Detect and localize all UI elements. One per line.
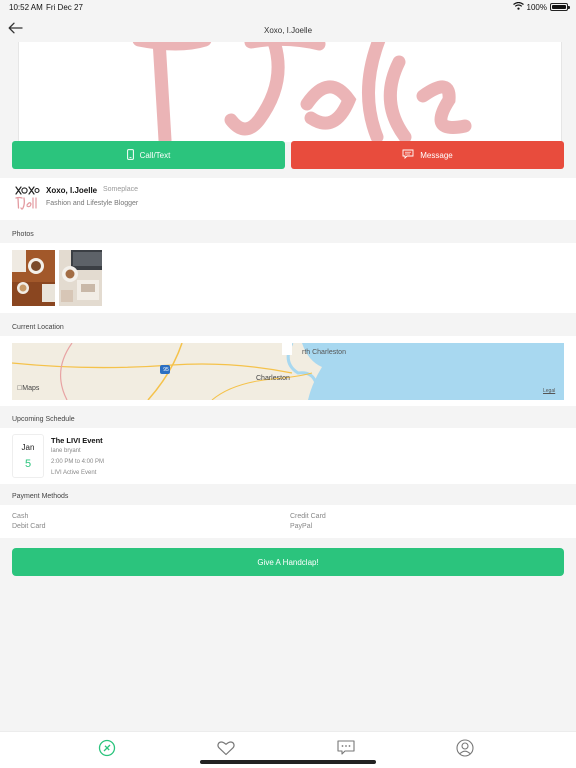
battery-icon	[550, 3, 570, 11]
payment-methods-header: Payment Methods	[12, 493, 69, 500]
event-title: The LIVI Event	[51, 436, 103, 445]
laptop-desk-photo	[59, 250, 102, 306]
call-text-label: Call/Text	[139, 150, 171, 160]
status-date: Fri Dec 27	[46, 3, 83, 12]
tab-explore[interactable]	[97, 739, 117, 762]
call-text-button[interactable]: Call/Text	[12, 141, 285, 169]
desk-coffee-photo	[12, 250, 55, 306]
map-legal-link[interactable]: Legal	[543, 388, 555, 394]
photos-section	[0, 243, 576, 313]
photo-thumbnail-laptop-desk[interactable]	[59, 250, 102, 306]
profile-name: Xoxo, I.Joelle	[46, 186, 98, 195]
chat-icon	[337, 739, 355, 761]
event-date-box: Jan 5	[12, 434, 44, 478]
message-button[interactable]: Message	[291, 141, 564, 169]
heart-icon	[217, 740, 235, 761]
contact-actions: Call/Text Message	[12, 141, 564, 169]
location-section: rth Charleston Charleston 95 Maps Legal	[0, 336, 576, 406]
payment-methods-section: Cash Credit Card Debit Card PayPal	[0, 505, 576, 538]
payment-method-cash: Cash	[12, 513, 29, 520]
map-graphic	[12, 343, 564, 400]
event-month: Jan	[21, 443, 35, 452]
wifi-icon	[512, 1, 524, 12]
battery-percent: 100%	[526, 2, 547, 12]
map-brand-label: Maps	[17, 385, 39, 392]
map-label-charleston: Charleston	[256, 375, 290, 382]
status-right: 100%	[512, 1, 570, 12]
map-label-interstate: 95	[163, 367, 169, 373]
hero-banner	[18, 42, 562, 142]
payment-method-credit-card: Credit Card	[290, 513, 326, 520]
nav-bar: Xoxo, I.Joelle	[0, 18, 576, 42]
upcoming-schedule-header: Upcoming Schedule	[12, 416, 75, 423]
hero-script-logo	[132, 42, 472, 142]
status-bar: 10:52 AM Fri Dec 27 100%	[0, 0, 576, 14]
message-label: Message	[420, 150, 453, 160]
profile-location: Someplace	[103, 186, 139, 193]
phone-icon	[126, 148, 134, 162]
tab-favorites[interactable]	[216, 740, 236, 760]
avatar-logo	[15, 186, 40, 210]
give-handclap-button[interactable]: Give A Handclap!	[12, 548, 564, 576]
event-day: 5	[24, 458, 32, 470]
profile-description: Fashion and Lifestyle Blogger	[46, 200, 139, 207]
photos-header: Photos	[12, 231, 34, 238]
page-title: Xoxo, I.Joelle	[263, 26, 313, 35]
event-venue: lane bryant	[51, 448, 81, 454]
home-indicator[interactable]	[200, 760, 376, 764]
map-label-north-charleston: rth Charleston	[302, 349, 346, 356]
payment-method-paypal: PayPal	[290, 523, 313, 530]
profile-card: Xoxo, I.Joelle Someplace Fashion and Lif…	[0, 178, 576, 220]
apple-maps-logo: Maps	[17, 385, 39, 392]
schedule-event-item[interactable]: Jan 5 The LIVI Event lane bryant 2:00 PM…	[0, 428, 576, 484]
location-map[interactable]: rth Charleston Charleston 95 Maps Legal	[12, 343, 564, 400]
tab-profile[interactable]	[455, 738, 475, 762]
profile-icon	[456, 738, 474, 762]
current-location-header: Current Location	[12, 324, 64, 331]
avatar	[12, 183, 40, 213]
payment-method-debit-card: Debit Card	[12, 523, 46, 530]
event-time: 2:00 PM to 4:00 PM	[51, 459, 105, 465]
event-type: LIVI Active Event	[51, 470, 97, 476]
chat-bubble-icon	[402, 149, 414, 161]
status-time: 10:52 AM	[9, 3, 43, 12]
tab-messages[interactable]	[336, 739, 356, 761]
compass-icon	[98, 739, 116, 762]
photo-thumbnail-desk-coffee[interactable]	[12, 250, 55, 306]
